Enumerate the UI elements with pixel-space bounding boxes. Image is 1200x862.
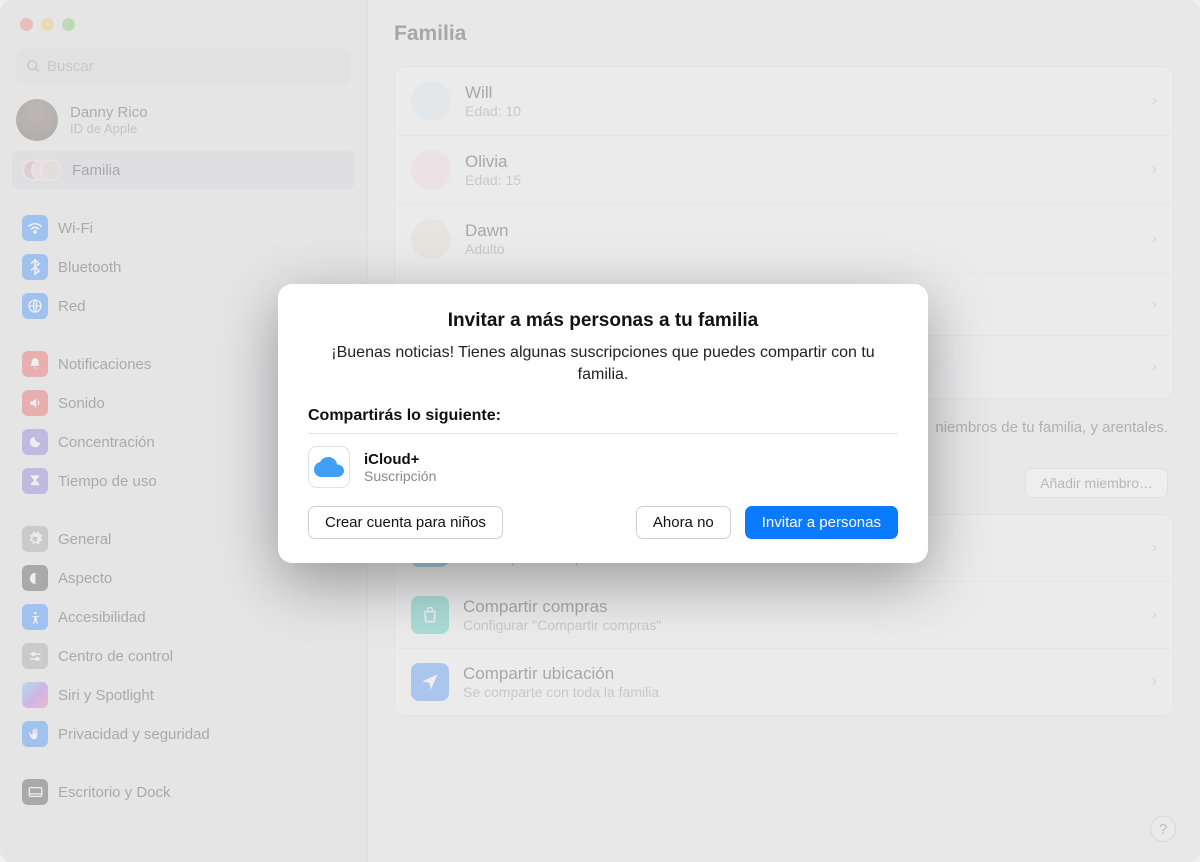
shared-item-title: iCloud+ — [364, 451, 436, 468]
invite-family-modal: Invitar a más personas a tu familia ¡Bue… — [278, 284, 928, 563]
create-child-account-button[interactable]: Crear cuenta para niños — [308, 506, 503, 539]
modal-title: Invitar a más personas a tu familia — [308, 310, 898, 332]
not-now-button[interactable]: Ahora no — [636, 506, 731, 539]
invite-people-button[interactable]: Invitar a personas — [745, 506, 898, 539]
modal-lead: ¡Buenas noticias! Tienes algunas suscrip… — [308, 342, 898, 385]
icloud-icon — [308, 446, 350, 488]
shared-item-sub: Suscripción — [364, 468, 436, 484]
shared-item-row: iCloud+ Suscripción — [308, 434, 898, 506]
modal-section-label: Compartirás lo siguiente: — [308, 407, 898, 434]
settings-window: Buscar Danny Rico ID de Apple Familia — [0, 0, 1200, 862]
